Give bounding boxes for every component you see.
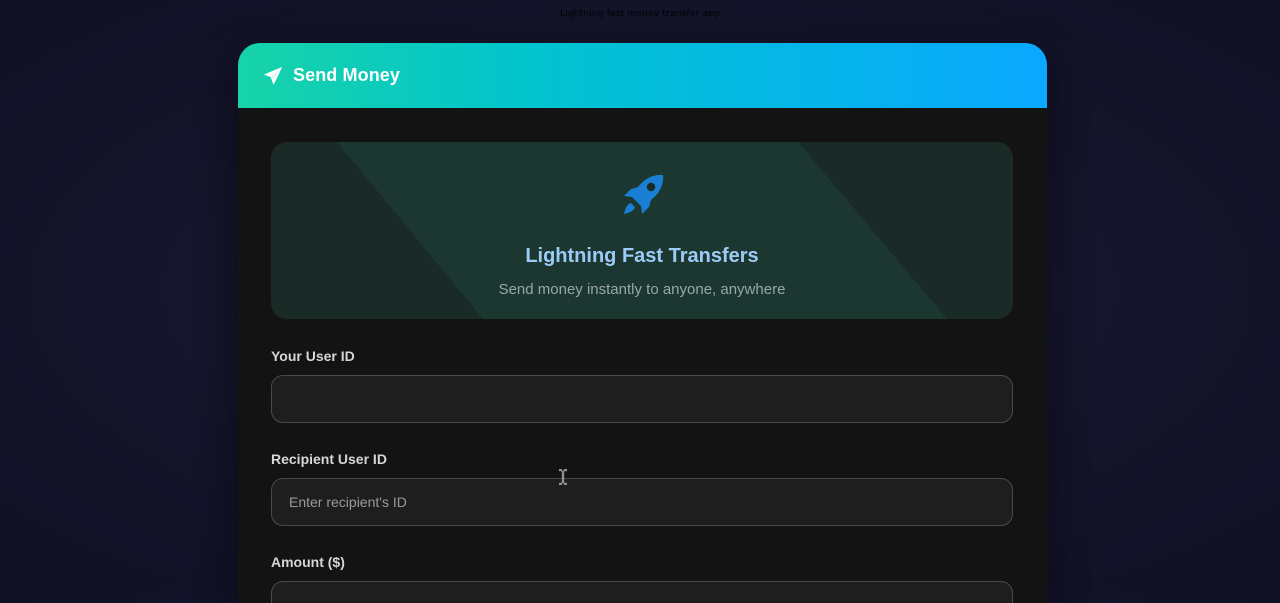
- recipient-id-label: Recipient User ID: [271, 451, 387, 467]
- page-caption: Lightning fast money transfer app: [559, 9, 721, 19]
- user-id-label: Your User ID: [271, 348, 355, 364]
- send-money-card: Send Money Lightning Fast Transfers Send…: [238, 43, 1047, 603]
- card-body: Lightning Fast Transfers Send money inst…: [238, 108, 1047, 603]
- text-cursor-icon: [558, 468, 568, 486]
- header-title: Send Money: [293, 65, 401, 85]
- user-id-input[interactable]: [271, 375, 1013, 423]
- rocket-icon: [617, 171, 667, 221]
- hero-title: Lightning Fast Transfers: [525, 245, 759, 267]
- card-header: Send Money: [238, 43, 1047, 108]
- amount-label: Amount ($): [271, 554, 345, 570]
- hero-subtitle: Send money instantly to anyone, anywhere: [498, 281, 786, 298]
- hero-banner: Lightning Fast Transfers Send money inst…: [271, 142, 1013, 319]
- recipient-id-input[interactable]: [271, 478, 1013, 526]
- amount-input[interactable]: [271, 581, 1013, 603]
- paper-plane-icon: [262, 65, 284, 87]
